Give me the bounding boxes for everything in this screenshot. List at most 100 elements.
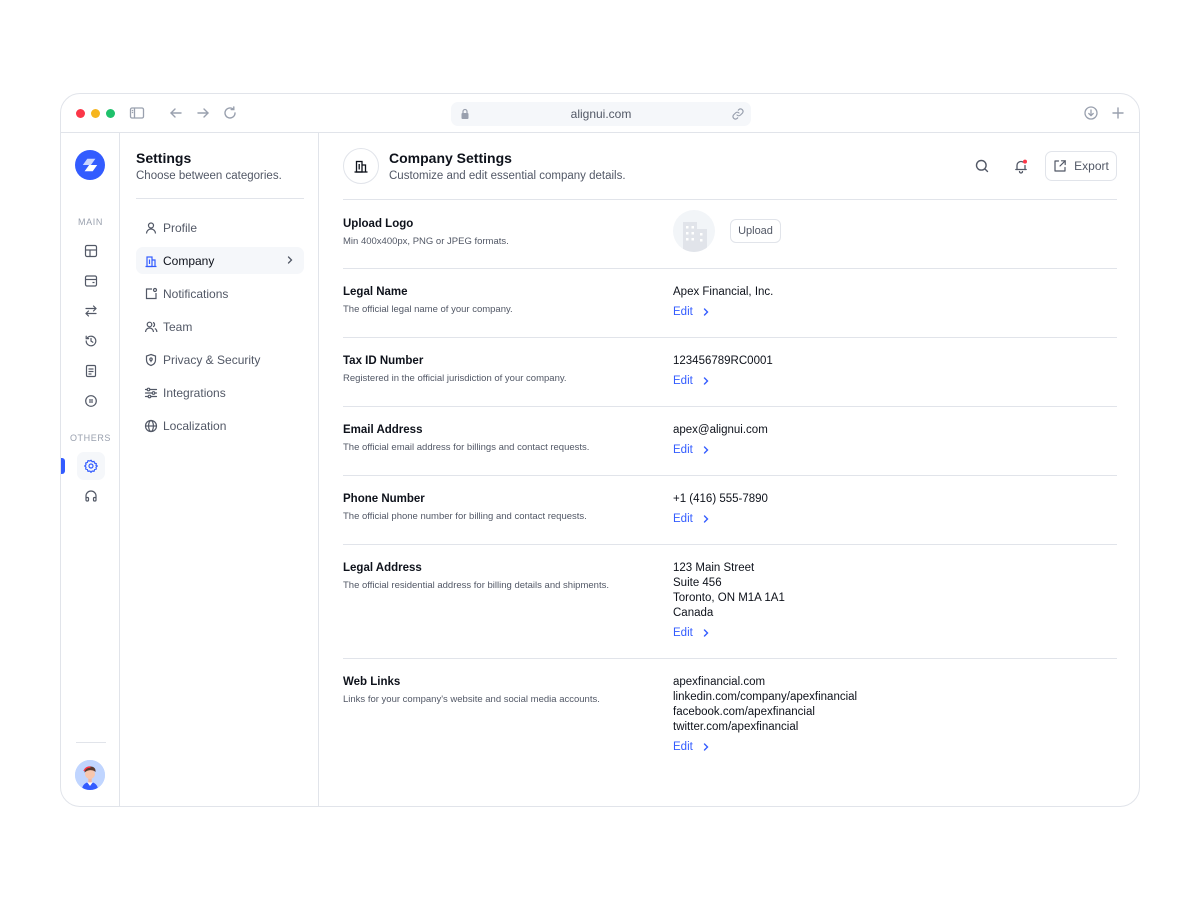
- app-logo[interactable]: [75, 150, 105, 180]
- plus-icon[interactable]: [1110, 105, 1126, 121]
- upload-logo-description: Min 400x400px, PNG or JPEG formats.: [343, 236, 509, 247]
- legal-name-label: Legal Name: [343, 286, 408, 298]
- sidebar-toggle-icon[interactable]: [129, 105, 145, 121]
- wallet-icon[interactable]: [77, 267, 105, 295]
- export-button[interactable]: Export: [1045, 151, 1117, 181]
- address-line: 123 Main Street: [673, 562, 755, 574]
- team-icon: [144, 321, 158, 332]
- document-icon[interactable]: [77, 357, 105, 385]
- edit-legal-name-link[interactable]: Edit: [673, 306, 711, 318]
- back-arrow-icon[interactable]: [168, 105, 184, 121]
- building-icon: [354, 160, 368, 173]
- page-subtitle: Customize and edit essential company det…: [389, 170, 626, 182]
- edit-address-link[interactable]: Edit: [673, 627, 711, 639]
- sidebar-item-profile[interactable]: Profile: [136, 214, 304, 241]
- currency-icon[interactable]: [77, 387, 105, 415]
- settings-sidebar: Settings Choose between categories. Prof…: [120, 133, 319, 806]
- page-title: Company Settings: [389, 150, 512, 166]
- legal-name-value: Apex Financial, Inc.: [673, 286, 774, 298]
- sidebar-item-team[interactable]: Team: [136, 313, 304, 340]
- company-logo-placeholder: [673, 210, 715, 252]
- tax-id-value: 123456789RC0001: [673, 355, 773, 367]
- address-line: Toronto, ON M1A 1A1: [673, 592, 785, 604]
- edit-email-link[interactable]: Edit: [673, 444, 711, 456]
- chevron-right-icon: [703, 629, 709, 637]
- edit-tax-id-link[interactable]: Edit: [673, 375, 711, 387]
- export-label: Export: [1074, 159, 1109, 173]
- sidebar-item-label: Localization: [163, 418, 227, 433]
- edit-label: Edit: [673, 306, 693, 318]
- tax-id-description: Registered in the official jurisdiction …: [343, 373, 567, 384]
- legal-address-description: The official residential address for bil…: [343, 580, 609, 591]
- sidebar-item-integrations[interactable]: Integrations: [136, 379, 304, 406]
- chevron-right-icon: [703, 515, 709, 523]
- address-bar[interactable]: alignui.com: [451, 102, 751, 126]
- chevron-right-icon: [703, 308, 709, 316]
- email-label: Email Address: [343, 424, 423, 436]
- link-icon[interactable]: [731, 107, 745, 121]
- address-line: Suite 456: [673, 577, 722, 589]
- notification-icon: [145, 287, 158, 299]
- edit-phone-link[interactable]: Edit: [673, 513, 711, 525]
- sidebar-item-company[interactable]: Company: [136, 247, 304, 274]
- sidebar-divider: [136, 198, 304, 199]
- export-icon: [1054, 160, 1066, 172]
- globe-icon: [144, 419, 158, 432]
- forward-arrow-icon[interactable]: [195, 105, 211, 121]
- section-divider: [343, 337, 1117, 338]
- page-header-icon: [343, 148, 379, 184]
- grid-icon[interactable]: [77, 237, 105, 265]
- history-icon[interactable]: [77, 327, 105, 355]
- web-link[interactable]: linkedin.com/company/apexfinancial: [673, 690, 857, 705]
- edit-label: Edit: [673, 627, 693, 639]
- search-icon[interactable]: [973, 157, 991, 175]
- transfer-icon[interactable]: [77, 297, 105, 325]
- sidebar-item-privacy-security[interactable]: Privacy & Security: [136, 346, 304, 373]
- close-window-button[interactable]: [76, 109, 85, 118]
- section-divider: [343, 406, 1117, 407]
- main-content: Company Settings Customize and edit esse…: [319, 133, 1139, 806]
- upload-logo-label: Upload Logo: [343, 218, 414, 230]
- avatar[interactable]: [75, 760, 105, 790]
- user-avatar-illustration: [75, 760, 105, 790]
- building-placeholder-icon: [683, 222, 707, 252]
- download-icon[interactable]: [1083, 105, 1099, 121]
- settings-icon[interactable]: [77, 452, 105, 480]
- upload-button[interactable]: Upload: [730, 219, 781, 243]
- headphones-icon[interactable]: [77, 482, 105, 510]
- chevron-right-icon: [703, 377, 709, 385]
- bell-icon[interactable]: [1012, 157, 1030, 175]
- section-divider: [343, 544, 1117, 545]
- sliders-icon: [144, 387, 158, 398]
- browser-titlebar: alignui.com: [61, 94, 1139, 133]
- maximize-window-button[interactable]: [106, 109, 115, 118]
- chevron-right-icon: [703, 446, 709, 454]
- chevron-right-icon: [703, 743, 709, 751]
- sidebar-item-localization[interactable]: Localization: [136, 412, 304, 439]
- edit-label: Edit: [673, 375, 693, 387]
- web-links-label: Web Links: [343, 676, 401, 688]
- section-divider: [343, 268, 1117, 269]
- sidebar-item-label: Integrations: [163, 385, 226, 400]
- rail-divider: [76, 742, 106, 743]
- web-link[interactable]: twitter.com/apexfinancial: [673, 720, 798, 735]
- edit-web-links-link[interactable]: Edit: [673, 741, 711, 753]
- phone-description: The official phone number for billing an…: [343, 511, 587, 522]
- sidebar-item-notifications[interactable]: Notifications: [136, 280, 304, 307]
- rail-section-others: OTHERS: [69, 433, 112, 443]
- web-link[interactable]: facebook.com/apexfinancial: [673, 705, 815, 720]
- section-divider: [343, 658, 1117, 659]
- sidebar-title: Settings: [136, 150, 192, 166]
- chevron-right-icon: [287, 256, 293, 264]
- tax-id-label: Tax ID Number: [343, 355, 424, 367]
- browser-window: alignui.com MAIN OTHERS Settings Choose …: [60, 93, 1140, 807]
- reload-icon[interactable]: [222, 105, 238, 121]
- email-description: The official email address for billings …: [343, 442, 590, 453]
- user-icon: [145, 221, 157, 234]
- minimize-window-button[interactable]: [91, 109, 100, 118]
- rail-section-main: MAIN: [78, 217, 103, 227]
- shield-icon: [145, 353, 157, 366]
- edit-label: Edit: [673, 741, 693, 753]
- web-links-description: Links for your company's website and soc…: [343, 694, 600, 705]
- web-link[interactable]: apexfinancial.com: [673, 675, 765, 690]
